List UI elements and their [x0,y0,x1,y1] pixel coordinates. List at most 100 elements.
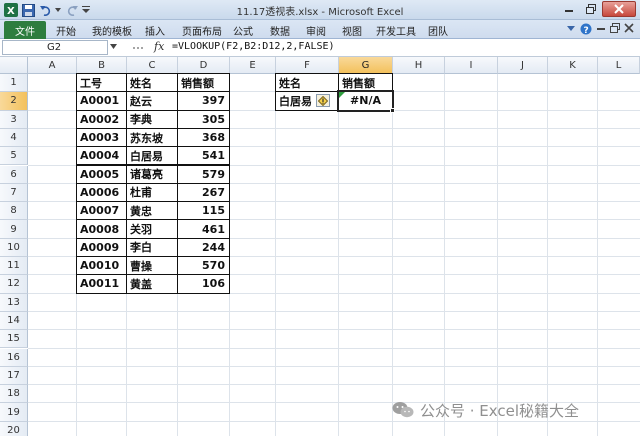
close-button[interactable] [602,1,636,17]
tab-developer[interactable]: 开发工具 [376,23,416,38]
table-cell-sales[interactable]: 570 [177,256,230,276]
column-header-k[interactable]: K [548,57,598,74]
gridline-row [28,329,640,331]
svg-text:?: ? [584,26,589,35]
table-cell-sales[interactable]: 244 [177,237,230,257]
table-cell-name[interactable]: 关羽 [126,219,178,239]
table-cell-id[interactable]: A0004 [76,146,127,166]
name-box-dropdown-icon[interactable] [110,44,118,50]
row-header-17[interactable]: 17 [0,366,28,386]
table-header-cell[interactable]: 销售额 [177,73,230,93]
table-header-cell[interactable]: 工号 [76,73,127,93]
row-header-3[interactable]: 3 [0,110,28,129]
table-cell-id[interactable]: A0011 [76,274,127,294]
table-cell-id[interactable]: A0009 [76,237,127,257]
column-header-l[interactable]: L [598,57,640,74]
error-options-button[interactable] [316,94,330,108]
row-header-6[interactable]: 6 [0,165,28,184]
gridline-column [497,74,498,436]
lookup-header-name[interactable]: 姓名 [275,73,339,93]
row-header-19[interactable]: 19 [0,403,28,422]
table-cell-id[interactable]: A0010 [76,256,127,276]
column-header-g[interactable]: G [339,57,393,74]
table-cell-id[interactable]: A0001 [76,91,127,111]
table-cell-name[interactable]: 白居易 [126,146,178,166]
tab-review[interactable]: 审阅 [306,23,326,38]
table-cell-sales[interactable]: 115 [177,201,230,221]
tab-my-templates[interactable]: 我的模板 [92,23,132,38]
column-header-j[interactable]: J [498,57,548,74]
table-cell-name[interactable]: 李典 [126,109,178,129]
row-header-20[interactable]: 20 [0,421,28,436]
row-header-5[interactable]: 5 [0,147,28,166]
row-header-9[interactable]: 9 [0,220,28,239]
table-cell-sales[interactable]: 397 [177,91,230,111]
formula-input[interactable]: =VLOOKUP(F2,B2:D12,2,FALSE) [172,41,335,52]
table-cell-sales[interactable]: 579 [177,164,230,184]
table-cell-name[interactable]: 苏东坡 [126,127,178,148]
fill-handle[interactable] [390,107,395,113]
column-header-f[interactable]: F [276,57,339,74]
column-header-a[interactable]: A [28,57,77,74]
table-header-cell[interactable]: 姓名 [126,73,178,93]
table-cell-sales[interactable]: 305 [177,109,230,129]
tab-data[interactable]: 数据 [270,23,290,38]
minimize-ribbon-icon[interactable] [566,23,576,33]
name-box[interactable]: G2 [2,40,108,55]
column-header-b[interactable]: B [77,57,127,74]
table-cell-sales[interactable]: 267 [177,182,230,203]
table-cell-id[interactable]: A0007 [76,201,127,221]
column-header-i[interactable]: I [445,57,498,74]
select-all-corner[interactable] [0,57,28,74]
table-cell-name[interactable]: 李白 [126,237,178,257]
gridline-column [597,74,598,436]
row-header-1[interactable]: 1 [0,74,28,93]
column-header-e[interactable]: E [230,57,276,74]
table-cell-sales[interactable]: 541 [177,146,230,166]
table-cell-id[interactable]: A0006 [76,182,127,203]
table-cell-name[interactable]: 赵云 [126,91,178,111]
column-header-d[interactable]: D [178,57,230,74]
column-header-h[interactable]: H [393,57,445,74]
table-cell-id[interactable]: A0002 [76,109,127,129]
table-cell-name[interactable]: 杜甫 [126,182,178,203]
table-cell-id[interactable]: A0003 [76,127,127,148]
insert-function-button[interactable]: fx [154,40,164,53]
workbook-close-icon[interactable] [624,23,634,33]
help-icon[interactable]: ? [580,23,592,35]
row-header-2[interactable]: 2 [0,92,28,111]
table-cell-name[interactable]: 黄忠 [126,201,178,221]
table-cell-name[interactable]: 曹操 [126,256,178,276]
workbook-restore-icon[interactable] [610,23,620,33]
row-header-14[interactable]: 14 [0,311,28,331]
table-cell-name[interactable]: 诸葛亮 [126,164,178,184]
restore-button[interactable] [580,1,602,17]
table-cell-sales[interactable]: 106 [177,274,230,294]
row-header-7[interactable]: 7 [0,183,28,203]
workbook-minimize-icon[interactable] [596,23,606,31]
tab-formulas[interactable]: 公式 [233,23,253,38]
table-cell-sales[interactable]: 368 [177,127,230,148]
minimize-button[interactable] [558,1,580,17]
tab-page-layout[interactable]: 页面布局 [182,23,222,38]
row-header-16[interactable]: 16 [0,348,28,367]
row-header-10[interactable]: 10 [0,238,28,257]
row-header-13[interactable]: 13 [0,293,28,312]
table-cell-id[interactable]: A0005 [76,164,127,184]
row-header-8[interactable]: 8 [0,202,28,221]
tab-view[interactable]: 视图 [342,23,362,38]
tab-insert[interactable]: 插入 [145,23,165,38]
row-header-15[interactable]: 15 [0,330,28,349]
table-cell-sales[interactable]: 461 [177,219,230,239]
row-header-11[interactable]: 11 [0,257,28,276]
table-cell-id[interactable]: A0008 [76,219,127,239]
row-header-12[interactable]: 12 [0,275,28,294]
gridline-column [338,74,339,436]
tab-home[interactable]: 开始 [56,23,76,38]
tab-file[interactable]: 文件 [4,21,46,39]
tab-team[interactable]: 团队 [428,23,448,38]
row-header-4[interactable]: 4 [0,128,28,148]
table-cell-name[interactable]: 黄盖 [126,274,178,294]
column-header-c[interactable]: C [127,57,178,74]
row-header-18[interactable]: 18 [0,385,28,404]
